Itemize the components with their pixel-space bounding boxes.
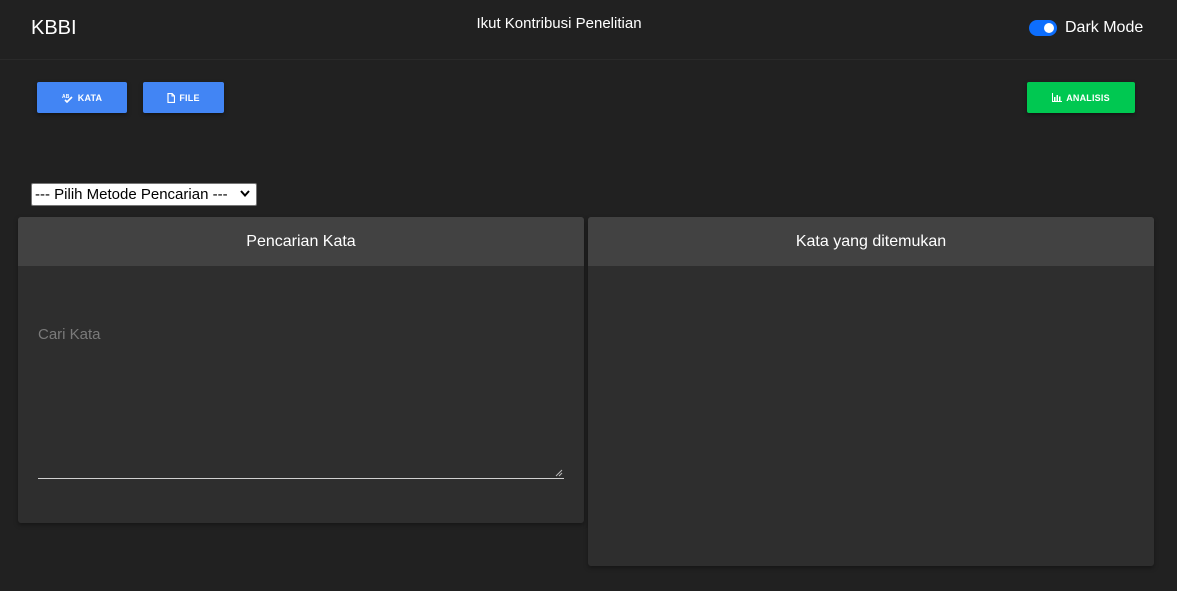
result-card: Kata yang ditemukan xyxy=(588,217,1154,566)
result-card-header: Kata yang ditemukan xyxy=(588,217,1154,266)
kata-button[interactable]: AB KATA xyxy=(37,82,127,113)
search-textarea[interactable]: Cari Kata xyxy=(38,310,564,479)
search-placeholder: Cari Kata xyxy=(38,326,101,343)
dark-mode-switch[interactable] xyxy=(1029,20,1057,36)
search-card: Pencarian Kata Cari Kata xyxy=(18,217,584,523)
search-method-value: --- Pilih Metode Pencarian --- xyxy=(35,186,228,203)
dark-mode-toggle[interactable]: Dark Mode xyxy=(1029,19,1143,37)
analisis-button-label: ANALISIS xyxy=(1066,92,1110,103)
analisis-button[interactable]: ANALISIS xyxy=(1027,82,1135,113)
search-method-select[interactable]: --- Pilih Metode Pencarian --- xyxy=(31,183,257,206)
resize-handle-icon[interactable] xyxy=(555,469,563,477)
dark-mode-label: Dark Mode xyxy=(1065,19,1144,36)
bar-chart-icon xyxy=(1052,93,1063,102)
spell-check-icon: AB xyxy=(62,94,73,103)
svg-text:AB: AB xyxy=(62,94,70,100)
navbar: KBBI Ikut Kontribusi Penelitian Dark Mod… xyxy=(0,0,1177,60)
contribute-link[interactable]: Ikut Kontribusi Penelitian xyxy=(0,15,1118,32)
file-button-label: FILE xyxy=(179,92,200,103)
switch-knob xyxy=(1044,23,1054,33)
file-icon xyxy=(167,92,176,103)
file-button[interactable]: FILE xyxy=(143,82,224,113)
chevron-down-icon xyxy=(240,189,250,200)
kata-button-label: KATA xyxy=(77,92,103,103)
search-card-header: Pencarian Kata xyxy=(18,217,584,266)
